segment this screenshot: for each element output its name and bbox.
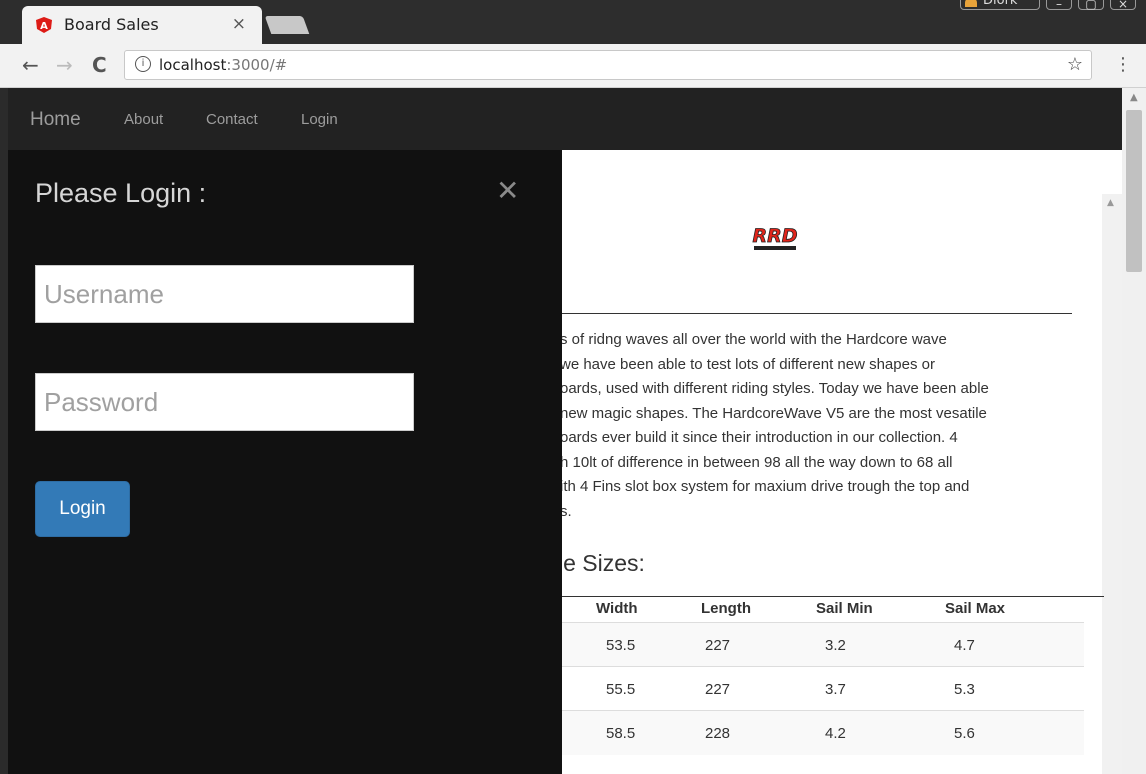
description-line: oards ever build it since their introduc… [560, 429, 958, 446]
maximize-button[interactable]: ▢ [1078, 0, 1104, 11]
minimize-button[interactable]: – [1046, 0, 1072, 11]
cell-length: 227 [705, 637, 731, 654]
back-icon[interactable]: ← [22, 53, 39, 77]
nav-home[interactable]: Home [30, 109, 81, 131]
svg-text:A: A [40, 21, 48, 32]
cell-width: 55.5 [606, 681, 636, 698]
cell-length: 227 [705, 681, 731, 698]
col-header-width: Width [596, 600, 638, 617]
window-edge [0, 88, 8, 774]
page-scrollbar[interactable]: ▲ [1122, 88, 1146, 774]
user-icon [965, 0, 977, 7]
table-row: 53.5 227 3.2 4.7 [560, 622, 1084, 667]
url-path: :3000/# [226, 56, 288, 74]
table-row: 55.5 227 3.7 5.3 [560, 666, 1084, 711]
close-window-button[interactable]: × [1110, 0, 1136, 11]
table-top-border [560, 596, 1104, 597]
url-host: localhost [159, 56, 227, 74]
description-line: we have been able to test lots of differ… [560, 355, 935, 373]
divider [560, 313, 1072, 314]
table-row: 58.5 228 4.2 5.6 [560, 710, 1084, 755]
col-header-length: Length [701, 600, 751, 617]
cell-length: 228 [705, 725, 731, 742]
scroll-up-arrow[interactable]: ▲ [1107, 198, 1114, 208]
cell-sail-min: 4.2 [825, 725, 846, 742]
rrd-logo: RRD [752, 225, 798, 250]
address-bar[interactable]: i localhost:3000/# ☆ [124, 50, 1092, 80]
login-button[interactable]: Login [35, 481, 130, 537]
cell-width: 53.5 [606, 637, 636, 654]
board-description: s of ridng waves all over the world with… [560, 328, 1080, 524]
new-tab-button[interactable] [264, 16, 310, 34]
bookmark-star-icon[interactable]: ☆ [1067, 54, 1083, 75]
browser-toolbar: ← → C i localhost:3000/# ☆ ⋮ [0, 44, 1146, 88]
col-header-sail-max: Sail Max [945, 600, 1006, 617]
profile-button[interactable]: Dlork [960, 0, 1040, 10]
nav-contact[interactable]: Contact [206, 111, 258, 128]
browser-tab-strip: A Board Sales × Dlork – ▢ × [0, 0, 1146, 44]
url-text: localhost:3000/# [159, 56, 287, 74]
profile-name: Dlork [983, 0, 1018, 8]
angular-icon: A [36, 17, 52, 33]
cell-sail-max: 4.7 [954, 637, 975, 654]
description-line: new magic shapes. The HardcoreWave V5 ar… [560, 404, 987, 422]
site-info-icon[interactable]: i [135, 56, 151, 72]
cell-sail-min: 3.2 [825, 637, 846, 654]
description-line: s of ridng waves all over the world with… [560, 331, 947, 348]
close-icon[interactable]: ✕ [496, 174, 519, 207]
description-line: ith 4 Fins slot box system for maxium dr… [560, 478, 970, 495]
site-navbar: Home About Contact Login [8, 88, 1122, 150]
password-field[interactable] [35, 373, 414, 431]
col-header-sail-min: Sail Min [816, 600, 873, 617]
description-line: h 10lt of difference in between 98 all t… [560, 453, 953, 471]
username-field[interactable] [35, 265, 414, 323]
cell-sail-max: 5.3 [954, 681, 975, 698]
cell-width: 58.5 [606, 725, 636, 742]
login-title: Please Login : [35, 178, 207, 208]
description-line: s. [560, 502, 572, 520]
page-viewport: Home About Contact Login ▲ RRD s of ridn… [8, 88, 1122, 774]
tab-close-icon[interactable]: × [232, 14, 246, 34]
browser-menu-icon[interactable]: ⋮ [1114, 54, 1132, 75]
login-panel: Please Login : ✕ Login [8, 150, 562, 774]
scrollbar-thumb[interactable] [1126, 110, 1142, 272]
content-scrollbar[interactable]: ▲ [1102, 194, 1122, 774]
nav-login[interactable]: Login [301, 111, 338, 128]
nav-about[interactable]: About [124, 111, 163, 128]
browser-tab[interactable]: A Board Sales × [22, 6, 262, 44]
tab-title: Board Sales [64, 15, 159, 34]
reload-icon[interactable]: C [92, 53, 107, 77]
svg-text:RRD: RRD [752, 225, 797, 247]
sizes-heading: le Sizes: [558, 550, 645, 576]
cell-sail-min: 3.7 [825, 681, 846, 698]
scroll-up-arrow[interactable]: ▲ [1130, 92, 1138, 103]
cell-sail-max: 5.6 [954, 725, 975, 742]
description-line: oards, used with different riding styles… [560, 380, 989, 397]
forward-icon[interactable]: → [56, 53, 73, 77]
